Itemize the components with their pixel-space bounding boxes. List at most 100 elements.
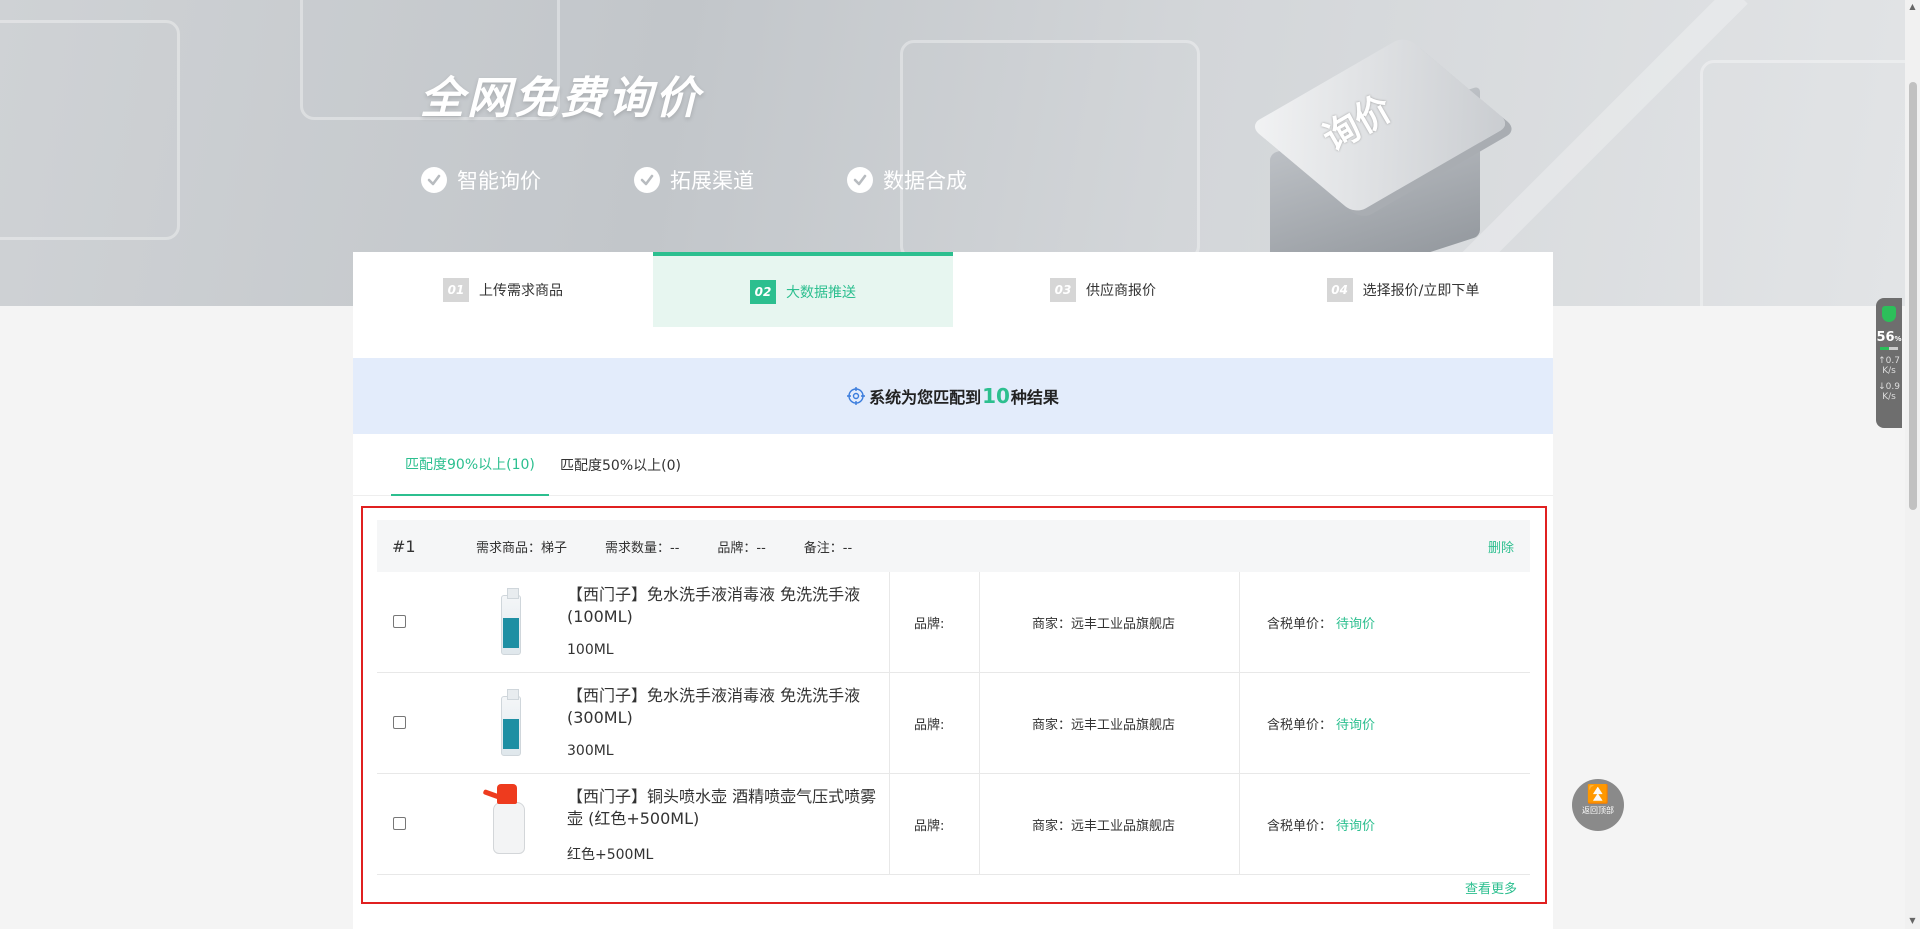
arrow-up-icon: ⏫: [1586, 784, 1610, 805]
merchant-cell: 商家：远丰工业品旗舰店: [979, 572, 1239, 672]
request-quantity: 需求数量：--: [605, 540, 680, 556]
merchant-cell: 商家：远丰工业品旗舰店: [979, 774, 1239, 874]
system-monitor-widget[interactable]: 56% ↑0.7 K/s ↓0.9 K/s: [1876, 298, 1902, 428]
step-number: 04: [1326, 277, 1353, 302]
step-big-data-push: 02 大数据推送: [653, 252, 953, 327]
step-number: 03: [1050, 277, 1076, 302]
monitor-percent-unit: %: [1894, 335, 1902, 343]
match-result-banner: 系统为您匹配到 10 种结果: [353, 358, 1553, 434]
merchant-name: 商家：远丰工业品旗舰店: [1032, 616, 1176, 632]
price-value: 待询价: [1336, 818, 1376, 834]
feature-label: 数据合成: [883, 169, 967, 193]
request-index: #1: [392, 536, 416, 556]
page-scrollbar[interactable]: ▲ ▼: [1905, 0, 1920, 929]
target-icon: [847, 387, 866, 405]
scrollbar-thumb[interactable]: [1909, 82, 1917, 510]
match-count: 10: [982, 384, 1010, 408]
step-upload: 01 上传需求商品: [353, 252, 653, 327]
product-row: 【西门子】免水洗手液消毒液 免洗洗手液(300ML) 300ML 品牌: 商家：…: [377, 673, 1530, 774]
match-tabs: 匹配度90%以上(10) 匹配度50%以上(0): [353, 434, 1553, 496]
product-spec: 红色+500ML: [567, 847, 654, 863]
product-title[interactable]: 【西门子】免水洗手液消毒液 免洗洗手液(100ML): [567, 584, 887, 628]
price-label: 含税单价：: [1267, 818, 1333, 834]
product-title[interactable]: 【西门子】铜头喷水壶 酒精喷壶气压式喷雾壶 (红色+500ML): [567, 786, 887, 830]
product-title[interactable]: 【西门子】免水洗手液消毒液 免洗洗手液(300ML): [567, 685, 887, 729]
result-group: #1 需求商品：梯子 需求数量：-- 品牌：-- 备注：-- 删除 【西门子】免…: [361, 506, 1547, 904]
select-checkbox[interactable]: [393, 716, 406, 729]
product-spec: 300ML: [567, 743, 614, 759]
product-row: 【西门子】免水洗手液消毒液 免洗洗手液(100ML) 100ML 品牌: 商家：…: [377, 572, 1530, 673]
request-product: 需求商品：梯子: [476, 540, 568, 556]
monitor-bar: [1880, 347, 1898, 350]
sanitizer-bottle-image: [487, 688, 533, 760]
merchant-name: 商家：远丰工业品旗舰店: [1032, 818, 1176, 834]
select-checkbox[interactable]: [393, 615, 406, 628]
brand-cell: 品牌:: [889, 572, 979, 672]
brand-cell: 品牌:: [889, 774, 979, 874]
merchant-name: 商家：远丰工业品旗舰店: [1032, 717, 1176, 733]
request-note: 备注：--: [803, 540, 853, 556]
price-cell: 含税单价： 待询价: [1239, 673, 1530, 773]
product-row: 【西门子】铜头喷水壶 酒精喷壶气压式喷雾壶 (红色+500ML) 红色+500M…: [377, 774, 1530, 875]
banner-decoration: [0, 20, 180, 240]
bottle-label: [503, 719, 519, 749]
step-label: 大数据推送: [786, 284, 856, 301]
step-select-order: 04 选择报价/立即下单: [1253, 252, 1553, 327]
check-icon: [634, 167, 660, 193]
brand-label: 品牌:: [914, 616, 945, 632]
price-label: 含税单价：: [1267, 616, 1333, 632]
feature-label: 智能询价: [457, 169, 541, 193]
brand-cell: 品牌:: [889, 673, 979, 773]
tab-match-50[interactable]: 匹配度50%以上(0): [560, 434, 681, 496]
request-brand: 品牌：--: [717, 540, 766, 556]
progress-steps: 01 上传需求商品 02 大数据推送 03 供应商报价 04 选择报价/立即下单: [353, 252, 1553, 327]
back-to-top-label: 返回顶部: [1582, 806, 1614, 815]
bottle-label: [503, 618, 519, 648]
step-number: 02: [750, 279, 776, 304]
scroll-up-arrow-icon[interactable]: ▲: [1908, 2, 1917, 11]
feature-expand-channels: 拓展渠道: [634, 165, 754, 195]
spray-bottle-image: [482, 784, 539, 868]
step-label: 供应商报价: [1086, 282, 1156, 299]
product-spec: 100ML: [567, 642, 614, 658]
monitor-percent-value: 56: [1876, 330, 1895, 345]
delete-link[interactable]: 删除: [1488, 537, 1514, 556]
tab-match-90[interactable]: 匹配度90%以上(10): [391, 434, 549, 496]
sanitizer-bottle-image: [487, 587, 533, 659]
price-value: 待询价: [1336, 616, 1376, 632]
banner-decoration: [1700, 60, 1905, 306]
price-cell: 含税单价： 待询价: [1239, 774, 1530, 874]
step-supplier-quote: 03 供应商报价: [953, 252, 1253, 327]
price-label: 含税单价：: [1267, 717, 1333, 733]
bottle-shape: [501, 689, 521, 756]
scroll-down-arrow-icon[interactable]: ▼: [1908, 916, 1917, 925]
sprayer-body: [493, 802, 525, 854]
brand-label: 品牌:: [914, 717, 945, 733]
bottle-shape: [501, 588, 521, 655]
back-to-top-button[interactable]: ⏫ 返回顶部: [1572, 779, 1624, 831]
upload-speed: ↑0.7 K/s: [1878, 356, 1900, 376]
speed-unit: K/s: [1882, 392, 1896, 402]
check-icon: [421, 167, 447, 193]
step-number: 01: [443, 277, 469, 302]
request-summary: #1 需求商品：梯子 需求数量：-- 品牌：-- 备注：-- 删除: [377, 520, 1530, 572]
check-icon: [847, 167, 873, 193]
upload-speed-value: 0.7: [1885, 356, 1900, 366]
select-checkbox[interactable]: [393, 817, 406, 830]
brand-label: 品牌:: [914, 818, 945, 834]
step-label: 选择报价/立即下单: [1362, 282, 1480, 299]
match-prefix: 系统为您匹配到: [869, 388, 982, 407]
download-speed: ↓0.9 K/s: [1878, 382, 1900, 402]
download-speed-value: 0.9: [1885, 382, 1900, 392]
price-cell: 含税单价： 待询价: [1239, 572, 1530, 672]
view-more-link[interactable]: 查看更多: [1465, 878, 1517, 897]
match-suffix: 种结果: [1010, 388, 1059, 407]
merchant-cell: 商家：远丰工业品旗舰店: [979, 673, 1239, 773]
monitor-percent: 56%: [1876, 330, 1902, 345]
feature-intelligent-inquiry: 智能询价: [421, 165, 541, 195]
feature-data-synthesis: 数据合成: [847, 165, 967, 195]
price-value: 待询价: [1336, 717, 1376, 733]
step-label: 上传需求商品: [479, 282, 563, 299]
inquiry-chip-illustration: 询价: [1249, 35, 1511, 305]
feature-label: 拓展渠道: [670, 169, 754, 193]
